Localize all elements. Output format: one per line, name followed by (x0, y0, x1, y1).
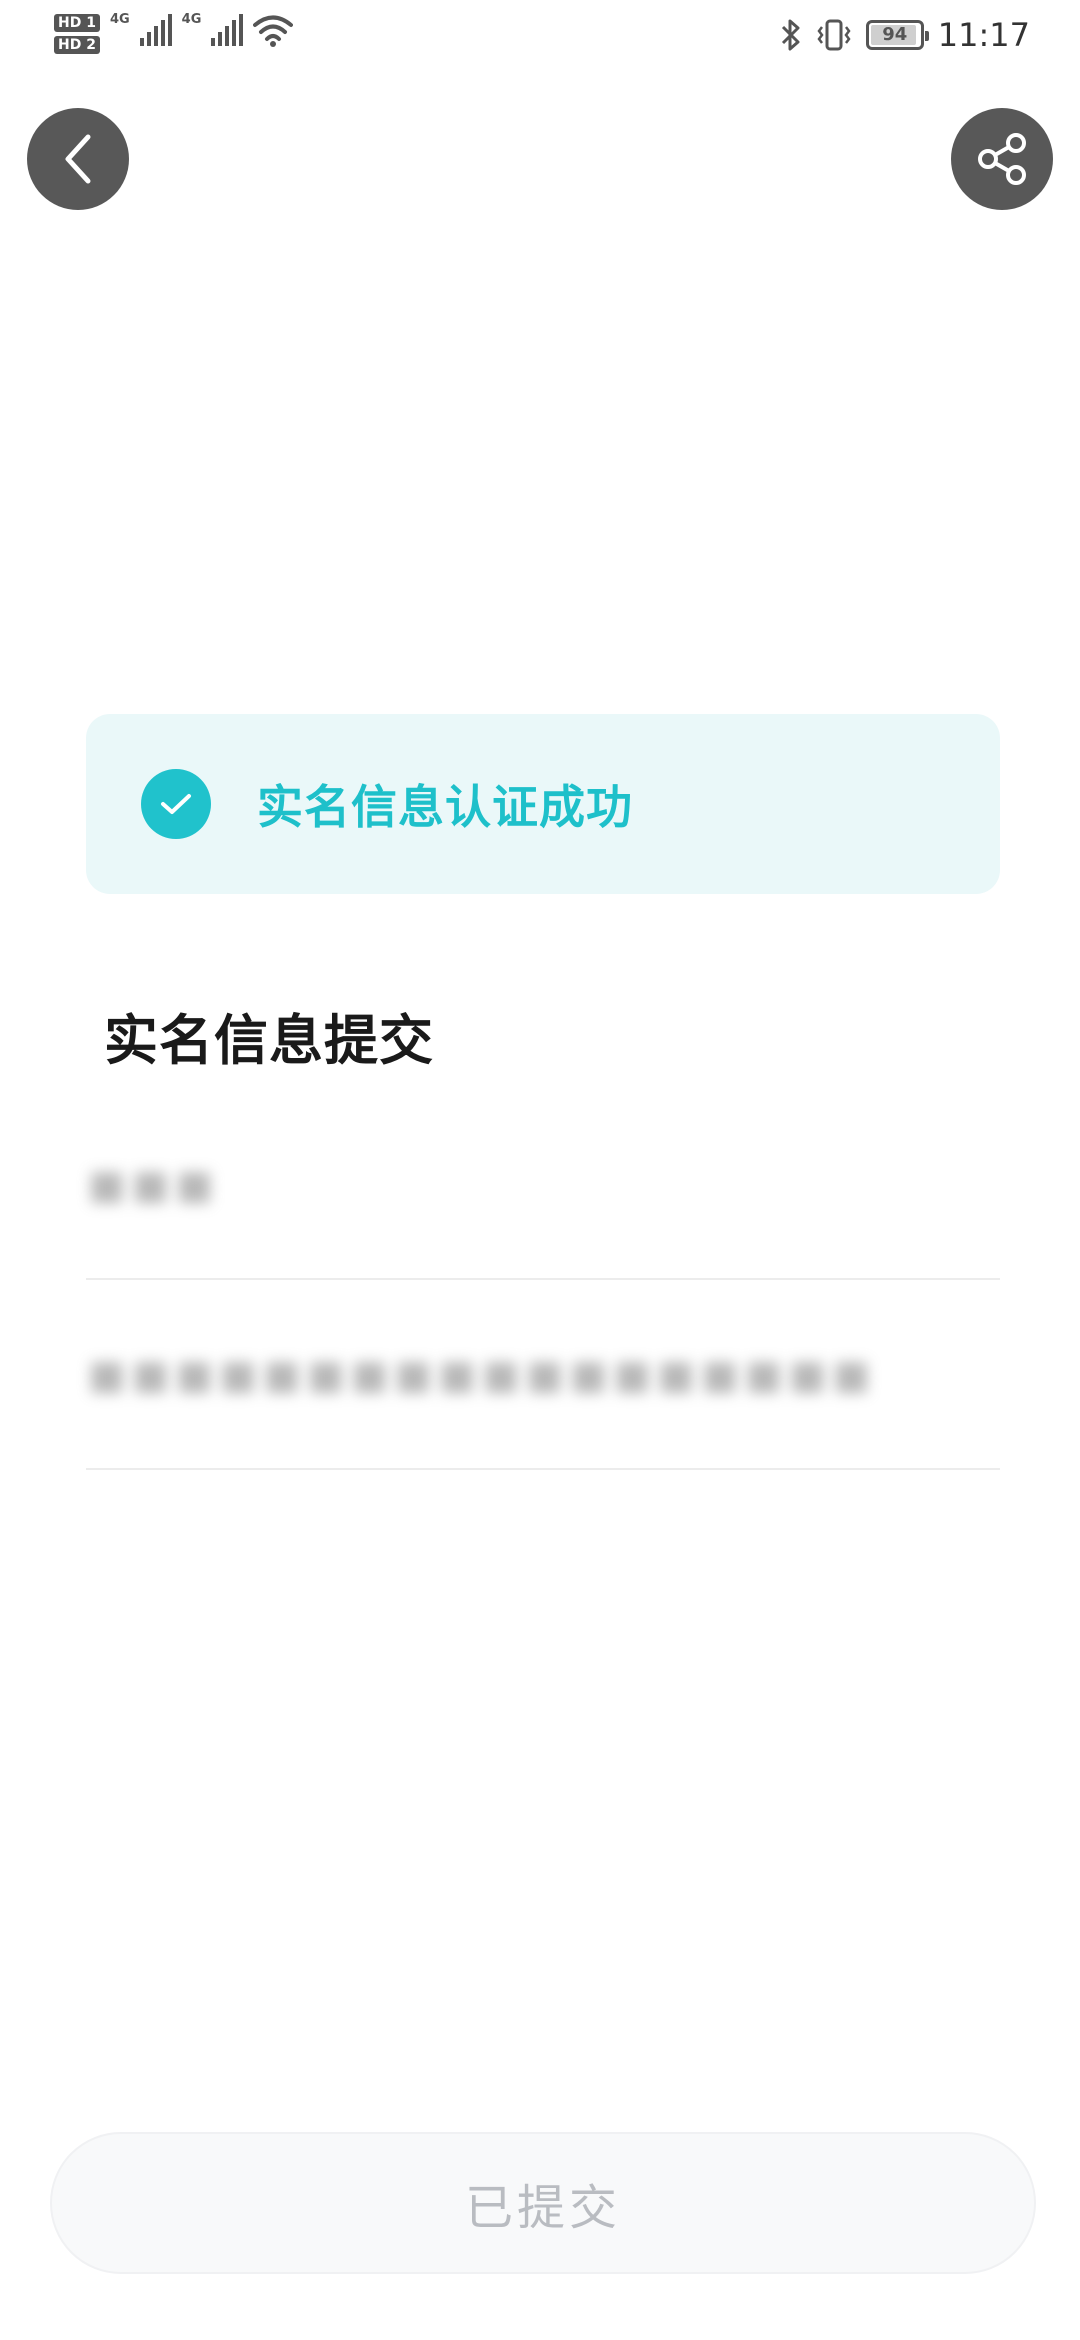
sim2-badge: HD 2 (54, 36, 100, 54)
status-bar: HD 1 HD 2 4G 4G 94 11:17 (0, 0, 1080, 72)
id-number-row: ■■■■■■■■■■■■■■■■■■ (86, 1300, 1000, 1470)
submitted-button[interactable]: 已提交 (50, 2132, 1036, 2274)
signal2-icon (211, 14, 244, 46)
success-banner: 实名信息认证成功 (86, 714, 1000, 894)
name-row: ■■■ (86, 1110, 1000, 1280)
back-button[interactable] (27, 108, 129, 210)
share-icon (978, 133, 1026, 185)
vibrate-icon (817, 19, 851, 51)
screen: HD 1 HD 2 4G 4G 94 11:17 实名信息认证成功 实名信息提交… (0, 0, 1080, 2340)
signal1-icon (139, 14, 172, 46)
name-value: ■■■ (88, 1162, 220, 1208)
status-right: 94 11:17 (780, 16, 1030, 54)
battery-level: 94 (882, 24, 908, 45)
clock: 11:17 (937, 16, 1030, 54)
id-number-value: ■■■■■■■■■■■■■■■■■■ (88, 1352, 877, 1398)
success-message: 实名信息认证成功 (257, 780, 633, 834)
check-circle-icon (141, 769, 211, 839)
page-title: 实名信息提交 (104, 1009, 434, 1072)
wifi-icon (253, 15, 294, 47)
network2-label: 4G (181, 12, 202, 27)
battery-icon: 94 (865, 20, 929, 50)
status-left: HD 1 HD 2 4G 4G (54, 12, 294, 54)
chevron-left-icon (65, 134, 91, 184)
bluetooth-icon (781, 19, 800, 51)
sim1-badge: HD 1 (54, 14, 100, 32)
sim-badges: HD 1 HD 2 (54, 14, 100, 54)
network1-label: 4G (109, 12, 130, 27)
share-button[interactable] (951, 108, 1053, 210)
